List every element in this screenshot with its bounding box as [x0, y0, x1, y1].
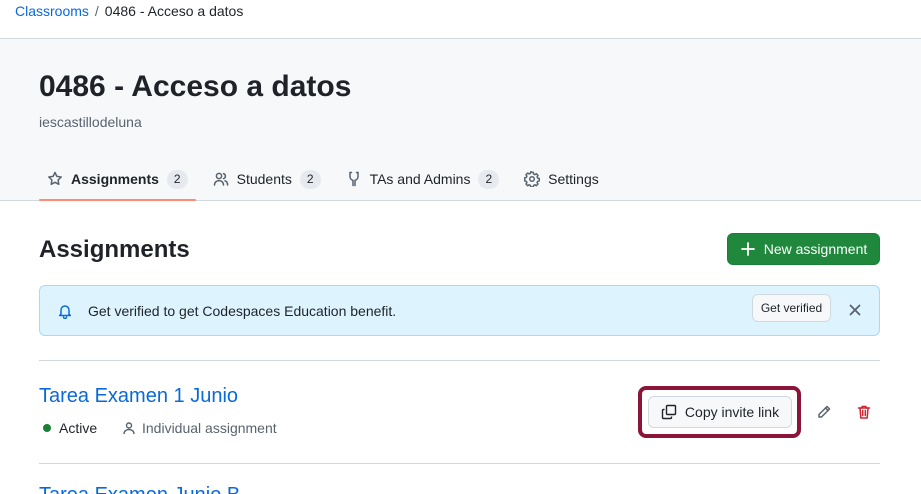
divider: [39, 463, 880, 464]
delete-assignment-button[interactable]: [856, 404, 872, 420]
organization-name: iescastillodeluna: [39, 114, 142, 130]
assignment-type: Individual assignment: [122, 420, 277, 436]
mortar-board-icon: [348, 171, 359, 187]
tab-tas-admins-count: 2: [478, 169, 500, 189]
banner-message: Get verified to get Codespaces Education…: [88, 303, 397, 319]
tab-students-label: Students: [236, 171, 292, 187]
star-icon: [48, 171, 62, 186]
tab-bar: Assignments 2 Students 2 TAs and Admins …: [39, 157, 616, 201]
tab-tas-admins[interactable]: TAs and Admins 2: [338, 157, 508, 201]
copy-invite-link-button[interactable]: Copy invite link: [648, 396, 792, 428]
new-assignment-label: New assignment: [763, 241, 868, 257]
edit-assignment-button[interactable]: [816, 404, 832, 420]
breadcrumb: Classrooms / 0486 - Acceso a datos: [15, 3, 243, 19]
assignment-type-label: Individual assignment: [142, 420, 277, 436]
verification-banner: Get verified to get Codespaces Education…: [39, 285, 880, 336]
tab-settings-label: Settings: [548, 171, 599, 187]
get-verified-button[interactable]: Get verified: [752, 294, 831, 322]
tab-assignments-count: 2: [166, 169, 188, 189]
tab-assignments[interactable]: Assignments 2: [39, 157, 196, 201]
assignment-status: Active: [43, 420, 97, 436]
divider: [39, 360, 880, 361]
breadcrumb-current: 0486 - Acceso a datos: [104, 3, 244, 19]
copy-invite-link-label: Copy invite link: [684, 404, 780, 420]
page-title: 0486 - Acceso a datos: [39, 70, 352, 103]
section-title: Assignments: [39, 236, 190, 263]
people-icon: [213, 172, 228, 186]
copy-icon: [661, 404, 677, 420]
gear-icon: [524, 171, 541, 187]
tab-students-count: 2: [299, 169, 321, 189]
breadcrumb-separator: /: [94, 3, 99, 19]
close-banner-button[interactable]: [847, 302, 863, 318]
person-icon: [123, 422, 135, 435]
status-dot: [43, 424, 51, 432]
tab-students[interactable]: Students 2: [205, 157, 329, 201]
pencil-icon: [818, 405, 831, 418]
status-label: Active: [59, 420, 98, 436]
tab-tas-admins-label: TAs and Admins: [369, 171, 471, 187]
tab-settings[interactable]: Settings: [516, 157, 607, 201]
close-icon: [849, 304, 861, 316]
assignment-title-link[interactable]: Tarea Examen Junio B: [39, 484, 240, 494]
breadcrumb-classrooms-link[interactable]: Classrooms: [15, 3, 89, 19]
trash-icon: [857, 405, 871, 419]
assignment-title-link[interactable]: Tarea Examen 1 Junio: [39, 385, 238, 408]
tab-assignments-label: Assignments: [71, 171, 159, 187]
bell-icon: [58, 305, 72, 319]
classroom-header: 0486 - Acceso a datos iescastillodeluna …: [0, 38, 921, 201]
new-assignment-button[interactable]: New assignment: [727, 233, 880, 265]
plus-icon: [740, 242, 755, 256]
